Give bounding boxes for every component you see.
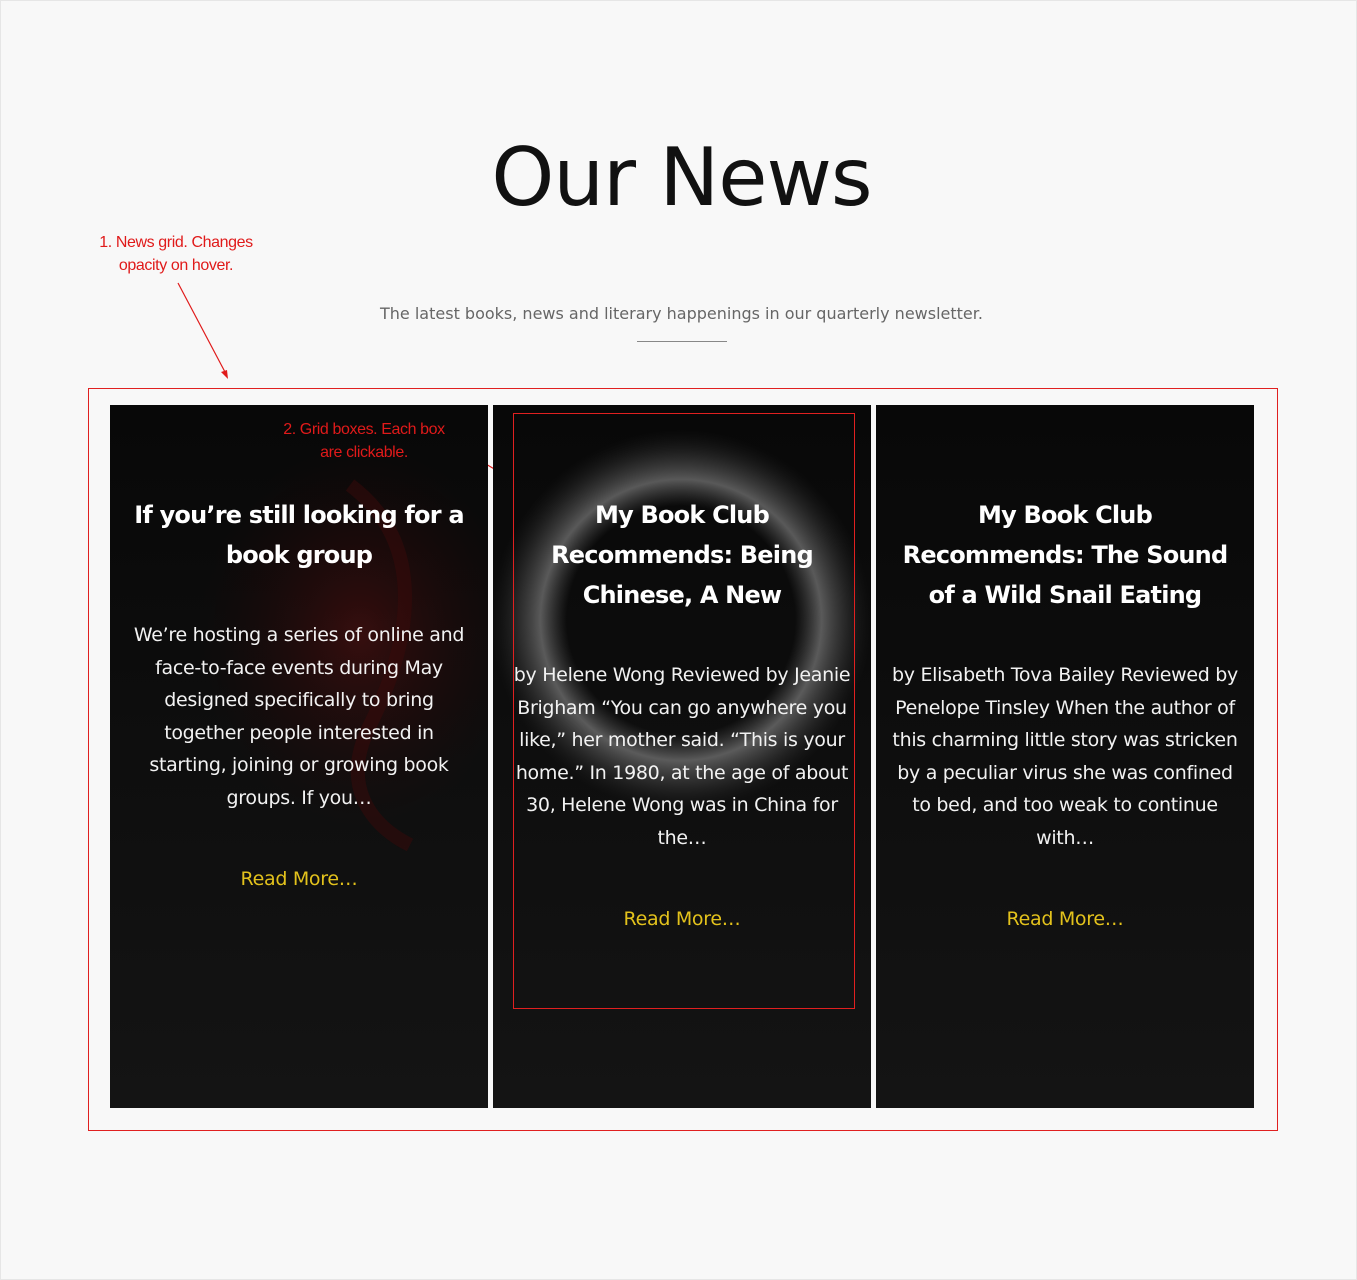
- annotation-box-outline: [513, 413, 855, 1009]
- read-more-link[interactable]: Read More…: [241, 864, 358, 894]
- card-excerpt: We’re hosting a series of online and fac…: [133, 624, 465, 809]
- annotation-arrow-grid: [177, 282, 226, 373]
- read-more-link[interactable]: Read More…: [1007, 904, 1124, 934]
- news-card[interactable]: If you’re still looking for a book group…: [110, 405, 488, 1108]
- card-title: My Book Club Recommends: The Sound of a …: [902, 501, 1228, 609]
- news-card[interactable]: My Book Club Recommends: The Sound of a …: [876, 405, 1254, 1108]
- card-title: If you’re still looking for a book group: [134, 501, 464, 569]
- annotation-arrowhead-grid: [221, 370, 228, 379]
- card-excerpt: by Elisabeth Tova Bailey Reviewed by Pen…: [892, 664, 1238, 849]
- annotation-box-note: 2. Grid boxes. Each box are clickable.: [283, 421, 445, 461]
